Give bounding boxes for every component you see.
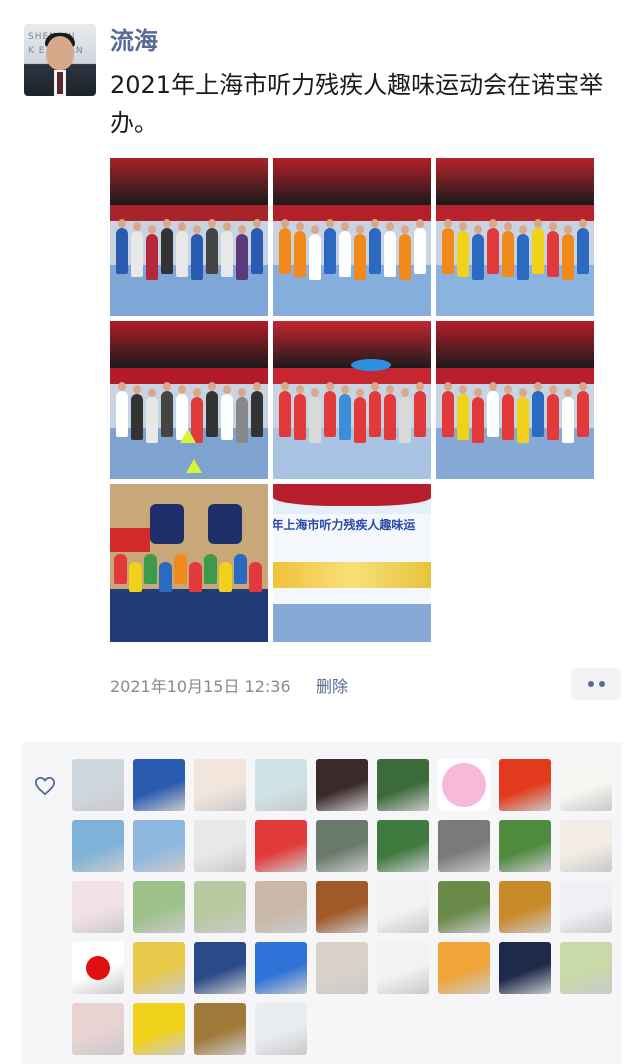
photo-shuttlecock-kick[interactable] [436, 158, 594, 316]
liker-avatar[interactable] [560, 881, 612, 933]
photo-grid: 1年上海市听力残疾人趣味运 [110, 158, 594, 642]
photo-bowling-game[interactable] [436, 321, 594, 479]
photo-cone-course[interactable] [110, 321, 268, 479]
liker-avatar[interactable] [133, 881, 185, 933]
liker-avatar[interactable] [72, 1003, 124, 1055]
liker-avatar[interactable] [194, 1003, 246, 1055]
liker-avatar[interactable] [438, 881, 490, 933]
liker-avatar[interactable] [316, 759, 368, 811]
liker-avatar[interactable] [72, 942, 124, 994]
liker-avatar[interactable] [194, 881, 246, 933]
banner-title: 1年上海市听力残疾人趣味运 [273, 518, 416, 532]
post-timestamp: 2021年10月15日 12:36 [110, 677, 291, 696]
liker-avatar[interactable] [133, 942, 185, 994]
author-avatar[interactable]: SHENZHI K E H HAN [24, 24, 96, 96]
liker-avatar[interactable] [377, 881, 429, 933]
avatar-face [46, 36, 74, 70]
liker-avatar[interactable] [560, 820, 612, 872]
liker-avatar[interactable] [438, 759, 490, 811]
liker-avatar[interactable] [133, 820, 185, 872]
liker-avatar[interactable] [255, 1003, 307, 1055]
liker-avatar[interactable] [499, 820, 551, 872]
liker-avatar[interactable] [377, 820, 429, 872]
photo-event-banner[interactable]: 1年上海市听力残疾人趣味运 [273, 484, 431, 642]
liker-avatar[interactable] [194, 820, 246, 872]
heart-icon [34, 776, 56, 796]
liker-avatar[interactable] [72, 759, 124, 811]
dot-icon [598, 681, 605, 687]
more-actions-button[interactable] [571, 668, 621, 700]
liker-avatar[interactable] [438, 820, 490, 872]
liker-avatar[interactable] [316, 942, 368, 994]
liker-avatar[interactable] [499, 942, 551, 994]
author-name[interactable]: 流海 [110, 24, 158, 58]
photo-teams-lineup[interactable] [273, 158, 431, 316]
liker-avatar[interactable] [499, 881, 551, 933]
liker-avatar[interactable] [255, 881, 307, 933]
liker-avatar[interactable] [438, 942, 490, 994]
photo-frisbee-player[interactable] [273, 321, 431, 479]
liker-avatar[interactable] [133, 759, 185, 811]
avatar-tie [57, 72, 63, 94]
dot-icon [587, 681, 594, 687]
liker-avatar[interactable] [499, 759, 551, 811]
liker-avatar[interactable] [560, 942, 612, 994]
liker-avatar[interactable] [133, 1003, 185, 1055]
liker-avatar[interactable] [255, 759, 307, 811]
liker-avatar[interactable] [316, 881, 368, 933]
liker-avatar[interactable] [194, 759, 246, 811]
liker-avatar[interactable] [316, 820, 368, 872]
liker-avatar[interactable] [560, 759, 612, 811]
liker-avatar[interactable] [194, 942, 246, 994]
delete-button[interactable]: 删除 [316, 676, 348, 698]
liker-avatar[interactable] [377, 942, 429, 994]
photo-trophy-table[interactable] [110, 484, 268, 642]
photo-group-stage[interactable] [110, 158, 268, 316]
liker-avatar[interactable] [255, 820, 307, 872]
liker-avatar[interactable] [255, 942, 307, 994]
liker-avatar[interactable] [72, 881, 124, 933]
liker-avatar[interactable] [377, 759, 429, 811]
liker-avatar[interactable] [72, 820, 124, 872]
post-text: 2021年上海市听力残疾人趣味运动会在诺宝举办。 [110, 71, 604, 137]
